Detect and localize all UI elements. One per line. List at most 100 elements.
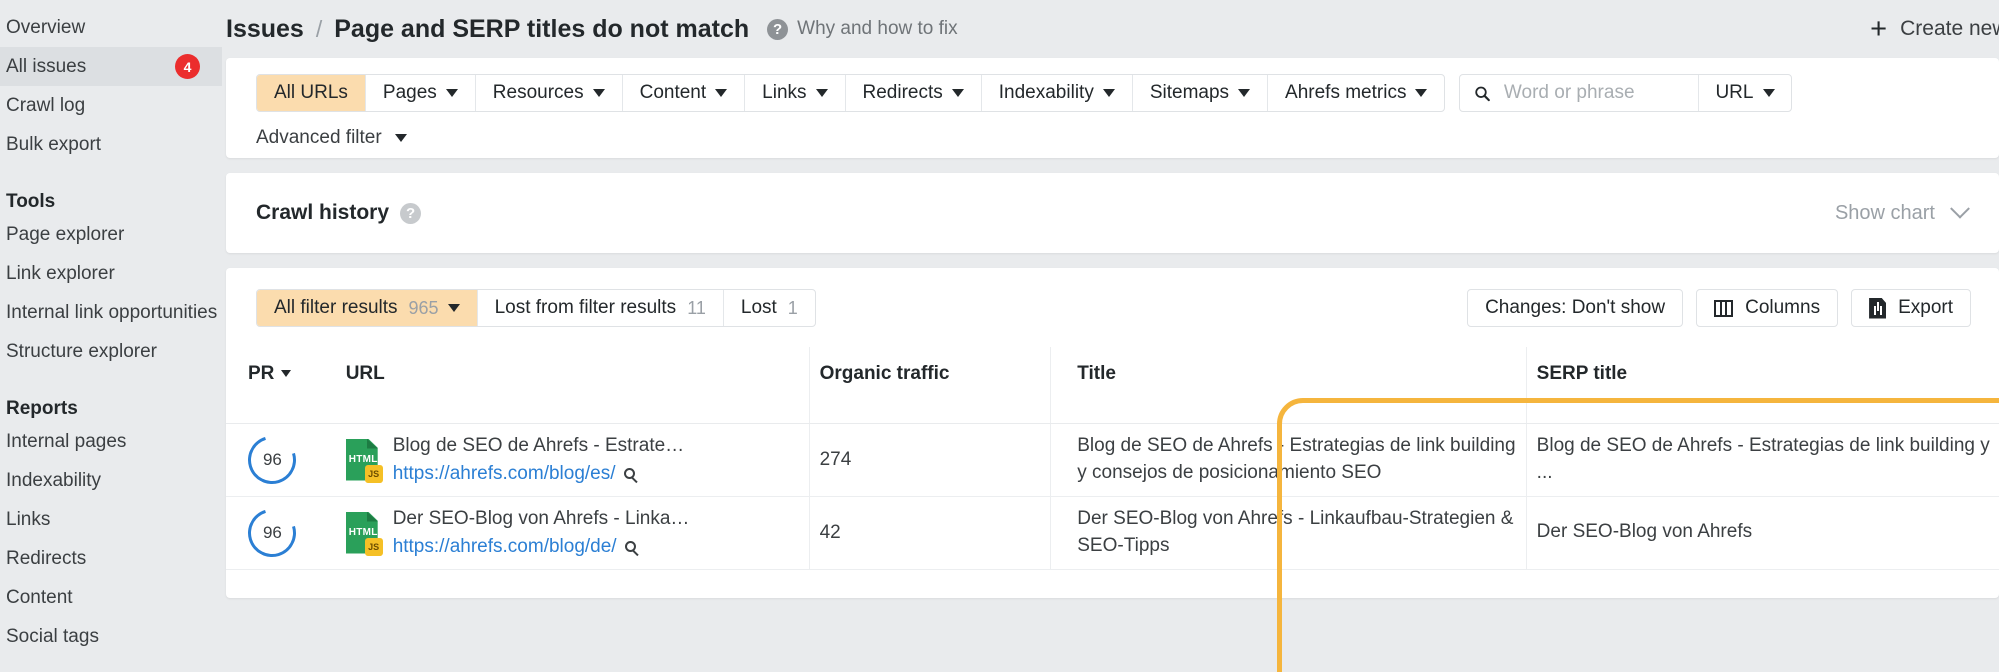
search-input[interactable]	[1502, 81, 1685, 105]
organic-traffic-value: 42	[820, 522, 841, 543]
filter-links[interactable]: Links	[745, 75, 845, 111]
main-content: Issues / Page and SERP titles do not mat…	[222, 0, 1999, 672]
create-new-issue-button[interactable]: + Create new iss	[1870, 0, 1999, 58]
advanced-filter-label: Advanced filter	[256, 127, 382, 149]
sidebar-item-overview[interactable]: Overview	[0, 8, 222, 47]
show-chart-toggle[interactable]: Show chart	[1835, 202, 1967, 225]
crawl-history-title: Crawl history	[256, 201, 389, 225]
filter-sitemaps[interactable]: Sitemaps	[1133, 75, 1268, 111]
app-root: Overview All issues 4 Crawl log Bulk exp…	[0, 0, 1999, 672]
search-icon	[1474, 84, 1490, 103]
help-circle-icon[interactable]: ?	[400, 203, 421, 224]
cell-serp-title: Blog de SEO de Ahrefs - Estrategias de l…	[1526, 423, 1999, 496]
help-circle-icon[interactable]: ?	[767, 19, 788, 40]
inspect-search-icon[interactable]	[624, 468, 635, 479]
organic-traffic-value: 274	[820, 449, 852, 470]
filter-label: Redirects	[863, 82, 943, 104]
sidebar-item-internal-pages[interactable]: Internal pages	[0, 422, 222, 461]
tab-lost[interactable]: Lost 1	[724, 290, 815, 326]
breadcrumb-issues[interactable]: Issues	[226, 15, 304, 44]
column-header-title[interactable]: Title	[1051, 347, 1526, 423]
search-control: URL	[1459, 74, 1792, 112]
filter-content[interactable]: Content	[623, 75, 746, 111]
title-value: Der SEO-Blog von Ahrefs - Linkaufbau-Str…	[1077, 506, 1525, 558]
filter-indexability[interactable]: Indexability	[982, 75, 1133, 111]
page-header: Issues / Page and SERP titles do not mat…	[222, 0, 1999, 58]
sidebar-item-indexability[interactable]: Indexability	[0, 461, 222, 500]
cell-pr: 96	[226, 496, 334, 569]
tab-all-filter-results[interactable]: All filter results 965	[257, 290, 478, 326]
results-table-body: 96 HTML JS Blog de S	[226, 423, 1999, 569]
filter-label: Links	[762, 82, 806, 104]
filter-label: All URLs	[274, 82, 348, 104]
column-header-organic-traffic[interactable]: Organic traffic	[809, 347, 1051, 423]
all-issues-count-badge: 4	[175, 54, 200, 79]
breadcrumb-separator: /	[316, 16, 322, 43]
sidebar-item-label: Internal pages	[6, 431, 126, 453]
export-icon	[1869, 298, 1886, 319]
columns-button[interactable]: Columns	[1696, 289, 1838, 327]
filter-segment-row: All URLs Pages Resources Content	[226, 74, 1999, 112]
sidebar-item-social-tags[interactable]: Social tags	[0, 617, 222, 656]
sidebar-item-label: Internal link opportunities	[6, 302, 217, 324]
url-link[interactable]: https://ahrefs.com/blog/es/	[393, 463, 684, 485]
crawl-history-panel: Crawl history ? Show chart	[226, 173, 1999, 253]
sidebar-item-bulk-export[interactable]: Bulk export	[0, 125, 222, 164]
chevron-down-icon	[1103, 89, 1115, 97]
chevron-down-icon	[1763, 89, 1775, 97]
plus-icon: +	[1870, 15, 1887, 44]
sidebar-item-links[interactable]: Links	[0, 500, 222, 539]
column-label: Organic traffic	[820, 363, 950, 384]
chevron-down-icon	[952, 89, 964, 97]
sidebar-item-content[interactable]: Content	[0, 578, 222, 617]
filter-all-urls[interactable]: All URLs	[257, 75, 366, 111]
columns-button-label: Columns	[1745, 297, 1820, 319]
advanced-filter-row: Advanced filter	[226, 127, 1999, 149]
sidebar-item-internal-link-opportunities[interactable]: Internal link opportunities	[0, 293, 222, 332]
inspect-search-icon[interactable]	[625, 541, 636, 552]
sidebar-item-structure-explorer[interactable]: Structure explorer	[0, 332, 222, 371]
chevron-down-icon	[1950, 199, 1970, 219]
chevron-down-icon	[448, 304, 460, 312]
column-header-pr[interactable]: PR	[226, 347, 334, 423]
filter-label: Pages	[383, 82, 437, 104]
tab-lost-from-filter-results[interactable]: Lost from filter results 11	[478, 290, 724, 326]
advanced-filter-button[interactable]: Advanced filter	[256, 127, 407, 149]
results-table: PR URL Organic traffic Title SERP title	[226, 347, 1999, 570]
table-row[interactable]: 96 HTML JS Blog de S	[226, 423, 1999, 496]
chevron-down-icon	[715, 89, 727, 97]
sidebar-item-redirects[interactable]: Redirects	[0, 539, 222, 578]
filter-pages[interactable]: Pages	[366, 75, 476, 111]
filter-redirects[interactable]: Redirects	[846, 75, 982, 111]
sidebar-item-label: Content	[6, 587, 73, 609]
url-page-title: Der SEO-Blog von Ahrefs - Linka…	[393, 508, 690, 530]
sidebar-item-page-explorer[interactable]: Page explorer	[0, 215, 222, 254]
filter-resources[interactable]: Resources	[476, 75, 623, 111]
export-button[interactable]: Export	[1851, 289, 1971, 327]
url-link[interactable]: https://ahrefs.com/blog/de/	[393, 536, 690, 558]
search-box[interactable]	[1460, 75, 1698, 111]
sidebar-item-link-explorer[interactable]: Link explorer	[0, 254, 222, 293]
cell-title: Blog de SEO de Ahrefs - Estrategias de l…	[1051, 423, 1526, 496]
url-link-text: https://ahrefs.com/blog/es/	[393, 463, 616, 485]
sidebar-item-crawl-log[interactable]: Crawl log	[0, 86, 222, 125]
cell-organic-traffic: 274	[809, 423, 1051, 496]
search-scope-label: URL	[1715, 82, 1753, 104]
page-rating-badge: 96	[240, 427, 305, 492]
js-badge: JS	[365, 538, 383, 556]
column-header-serp-title[interactable]: SERP title	[1526, 347, 1999, 423]
why-and-how-to-fix-link[interactable]: Why and how to fix	[797, 18, 958, 40]
sidebar-item-all-issues[interactable]: All issues 4	[0, 47, 222, 86]
create-new-issue-label: Create new iss	[1900, 17, 1999, 41]
changes-button[interactable]: Changes: Don't show	[1467, 289, 1683, 327]
chevron-down-icon	[1238, 89, 1250, 97]
sidebar-group-tools: Tools	[0, 176, 222, 215]
sidebar-item-label: Link explorer	[6, 263, 115, 285]
search-scope-select[interactable]: URL	[1698, 75, 1791, 111]
results-table-head: PR URL Organic traffic Title SERP title	[226, 347, 1999, 423]
table-row[interactable]: 96 HTML JS Der SEO-B	[226, 496, 1999, 569]
filter-ahrefs-metrics[interactable]: Ahrefs metrics	[1268, 75, 1444, 111]
column-header-url[interactable]: URL	[334, 347, 809, 423]
html-file-icon: HTML JS	[346, 512, 380, 554]
filter-label: Content	[640, 82, 707, 104]
